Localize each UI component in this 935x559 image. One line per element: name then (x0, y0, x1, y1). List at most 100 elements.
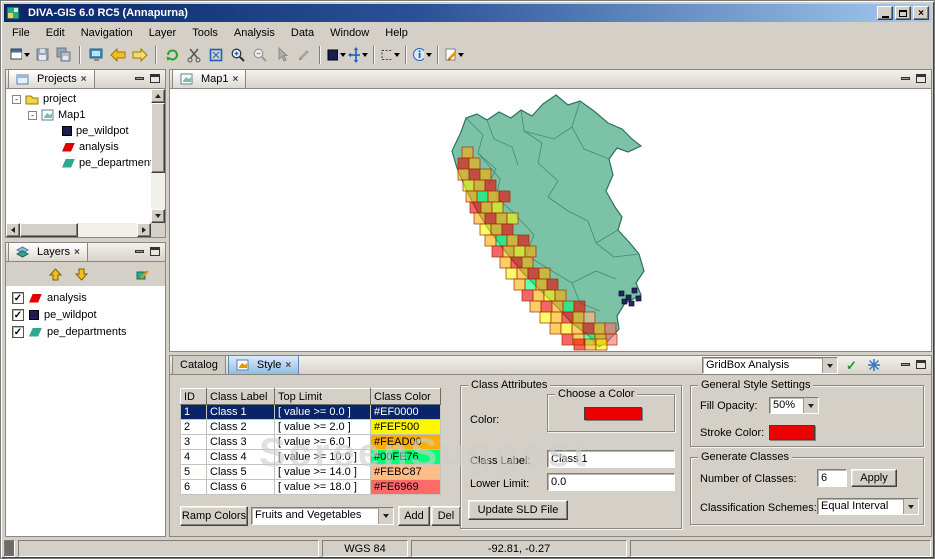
menu-edit[interactable]: Edit (38, 25, 73, 41)
table-row[interactable]: 3Class 3 [ value >= 6.0 ]#FEAD00 (181, 435, 441, 450)
menu-data[interactable]: Data (283, 25, 322, 41)
save-all-button[interactable] (53, 44, 75, 66)
pointer-button[interactable] (271, 44, 293, 66)
scroll-left-button[interactable] (6, 223, 20, 237)
class-label-input[interactable] (547, 450, 675, 468)
maximize-view-icon[interactable] (916, 74, 926, 83)
apply-button[interactable]: Apply (851, 469, 897, 487)
tab-layers[interactable]: Layers × (8, 242, 88, 261)
scroll-down-button[interactable] (151, 209, 165, 223)
zoom-in-button[interactable] (227, 44, 249, 66)
layer-row-analysis[interactable]: ✓ analysis (12, 290, 87, 306)
menu-tools[interactable]: Tools (184, 25, 226, 41)
fill-opacity-combo[interactable]: 50% (769, 397, 819, 414)
table-row[interactable]: 2Class 2 [ value >= 2.0 ]#FEF500 (181, 420, 441, 435)
cut-button[interactable] (183, 44, 205, 66)
zoom-out-button[interactable] (249, 44, 271, 66)
lower-limit-input[interactable] (547, 473, 675, 491)
back-button[interactable] (107, 44, 129, 66)
tree-item-map1[interactable]: - Map1 (28, 107, 86, 123)
layer-move-up-button[interactable] (46, 265, 64, 283)
table-row[interactable]: 4Class 4 [ value >= 10.0 ]#00FE76 (181, 450, 441, 465)
ramp-combo[interactable]: Fruits and Vegetables (251, 507, 394, 525)
del-class-button[interactable]: Del (431, 506, 461, 526)
classification-scheme-combo[interactable]: Equal Interval (817, 498, 919, 515)
select-rectangle-button[interactable] (379, 44, 401, 66)
chevron-down-icon[interactable] (903, 499, 918, 514)
minimize-view-icon[interactable] (901, 363, 910, 366)
tree-item-pe-departments[interactable]: pe_departments (62, 155, 151, 171)
menu-navigation[interactable]: Navigation (73, 25, 141, 41)
close-button[interactable]: × (913, 6, 929, 20)
projects-vscrollbar[interactable] (151, 89, 165, 223)
refresh-analysis-icon[interactable] (867, 358, 881, 375)
identify-button[interactable] (411, 44, 433, 66)
ramp-colors-button[interactable]: Ramp Colors (180, 506, 248, 526)
analysis-selector[interactable]: GridBox Analysis (702, 357, 838, 374)
close-icon[interactable]: × (81, 75, 87, 84)
col-top-limit[interactable]: Top Limit (275, 389, 371, 405)
collapse-icon[interactable]: - (12, 95, 21, 104)
measure-button[interactable] (293, 44, 315, 66)
col-class-color[interactable]: Class Color (371, 389, 441, 405)
layer-move-down-button[interactable] (72, 265, 90, 283)
tab-projects[interactable]: Projects × (8, 69, 95, 88)
col-id[interactable]: ID (181, 389, 207, 405)
grid-tool-button[interactable] (325, 44, 347, 66)
class-color-swatch[interactable] (584, 407, 642, 420)
maximize-view-icon[interactable] (150, 74, 160, 83)
scroll-thumb[interactable] (20, 223, 78, 237)
minimize-view-icon[interactable] (901, 77, 910, 80)
layer-checkbox[interactable]: ✓ (12, 309, 24, 321)
layer-checkbox[interactable]: ✓ (12, 326, 24, 338)
layer-row-pe-departments[interactable]: ✓ pe_departments (12, 324, 127, 340)
layer-checkbox[interactable]: ✓ (12, 292, 24, 304)
menu-help[interactable]: Help (377, 25, 416, 41)
chevron-down-icon[interactable] (822, 358, 837, 373)
minimize-view-icon[interactable] (135, 250, 144, 253)
tab-catalog[interactable]: Catalog (172, 355, 226, 374)
table-row[interactable]: 5Class 5 [ value >= 14.0 ]#FEBC87 (181, 465, 441, 480)
maximize-button[interactable] (895, 6, 911, 20)
scroll-up-button[interactable] (151, 89, 165, 103)
tree-item-analysis[interactable]: analysis (62, 139, 119, 155)
table-row[interactable]: 6Class 6 [ value >= 18.0 ]#FE6969 (181, 480, 441, 495)
maximize-view-icon[interactable] (150, 247, 160, 256)
menu-layer[interactable]: Layer (141, 25, 185, 41)
tab-map1[interactable]: Map1 × (172, 69, 246, 88)
stroke-color-swatch[interactable] (769, 425, 815, 440)
scroll-right-button[interactable] (137, 223, 151, 237)
close-icon[interactable]: × (285, 361, 291, 370)
add-class-button[interactable]: Add (398, 506, 430, 526)
col-class-label[interactable]: Class Label (207, 389, 275, 405)
edit-legend-button[interactable] (134, 265, 152, 283)
pan-tool-button[interactable] (347, 44, 369, 66)
projects-hscrollbar[interactable] (6, 223, 151, 237)
minimize-button[interactable] (877, 6, 893, 20)
update-sld-button[interactable]: Update SLD File (468, 500, 568, 520)
export-image-button[interactable] (85, 44, 107, 66)
tree-item-pe-wildpot[interactable]: pe_wildpot (62, 123, 129, 139)
menu-file[interactable]: File (4, 25, 38, 41)
collapse-icon[interactable]: - (28, 111, 37, 120)
minimize-view-icon[interactable] (135, 77, 144, 80)
forward-button[interactable] (129, 44, 151, 66)
chevron-down-icon[interactable] (378, 508, 393, 524)
scroll-thumb[interactable] (151, 103, 165, 173)
menu-analysis[interactable]: Analysis (226, 25, 283, 41)
layer-row-pe-wildpot[interactable]: ✓ pe_wildpot (12, 307, 97, 323)
maximize-view-icon[interactable] (916, 360, 926, 369)
tab-style[interactable]: Style × (228, 355, 299, 374)
zoom-full-extent-button[interactable] (205, 44, 227, 66)
save-button[interactable] (31, 44, 53, 66)
menu-window[interactable]: Window (322, 25, 377, 41)
draw-tool-button[interactable] (443, 44, 465, 66)
chevron-down-icon[interactable] (803, 398, 818, 413)
close-icon[interactable]: × (74, 248, 80, 257)
table-row[interactable]: 1Class 1 [ value >= 0.0 ]#EF0000 (181, 405, 441, 420)
number-of-classes-input[interactable] (817, 469, 847, 487)
map-canvas[interactable] (170, 89, 931, 351)
close-icon[interactable]: × (233, 75, 239, 84)
apply-analysis-check-icon[interactable]: ✓ (846, 358, 857, 374)
refresh-button[interactable] (161, 44, 183, 66)
